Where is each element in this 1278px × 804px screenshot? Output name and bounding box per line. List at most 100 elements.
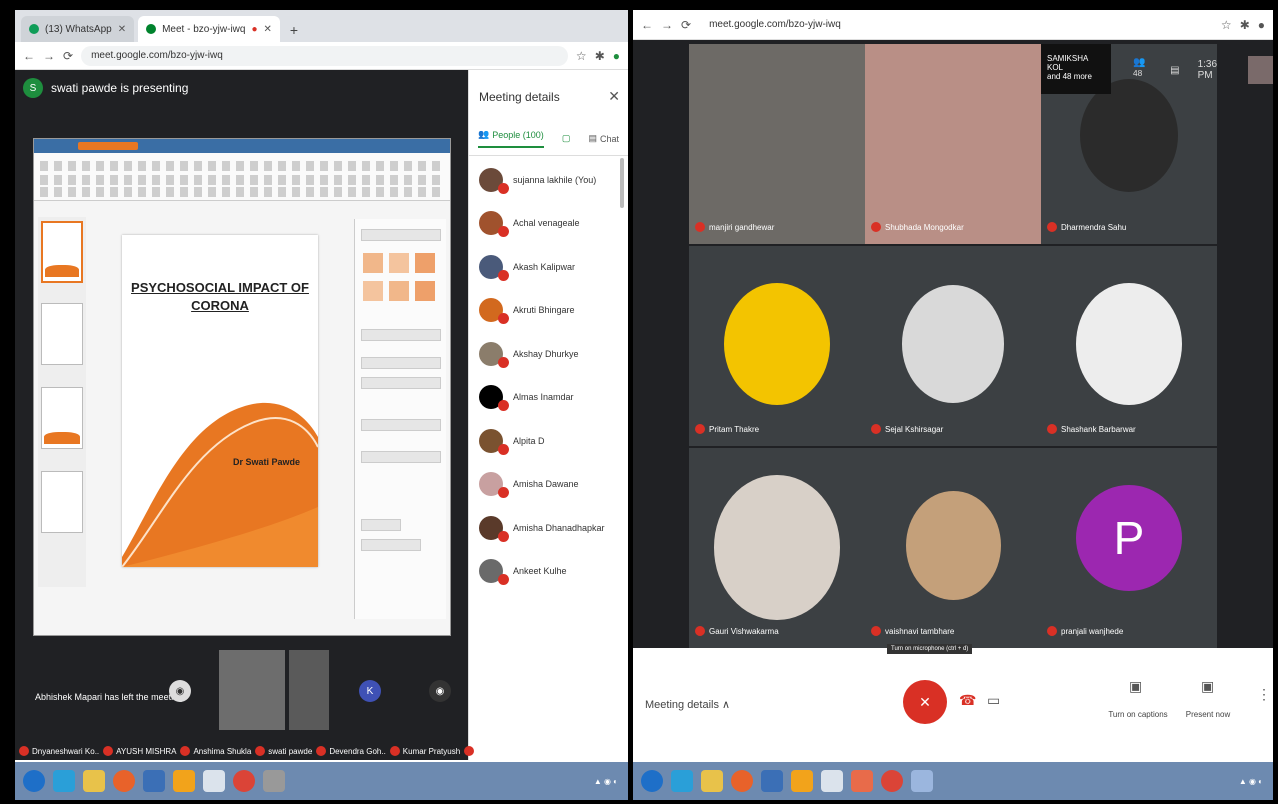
avatar (479, 254, 509, 281)
reload-icon[interactable]: ⟳ (681, 18, 691, 32)
forward-icon[interactable]: → (43, 49, 55, 63)
star-icon[interactable]: ☆ (576, 49, 587, 63)
start-icon[interactable] (641, 770, 663, 792)
extension-icon[interactable]: ✱ (595, 49, 605, 63)
top-info-line2: and 48 more (1047, 72, 1092, 81)
ppt-titlebar (34, 139, 450, 153)
people-count[interactable]: 👥48 (1133, 57, 1152, 83)
folder-icon[interactable] (701, 770, 723, 792)
tab-chat[interactable]: ▤ Chat (588, 133, 619, 144)
tab-label: People (100) (492, 129, 544, 140)
tray-icons: ▲ ◉ ◐ (593, 776, 618, 786)
notepad-icon[interactable] (821, 770, 843, 792)
tab-whatsapp[interactable]: (13) WhatsApp ✕ (21, 16, 135, 42)
list-item[interactable]: Alpita D (469, 419, 628, 463)
word-icon[interactable] (761, 770, 783, 792)
mic-off-icon (871, 626, 881, 636)
list-item[interactable]: Amisha Dawane (469, 463, 628, 507)
participant-tile[interactable]: vaishnavi tambhare (865, 448, 1041, 648)
notepad-icon[interactable] (203, 770, 225, 792)
participant-tile[interactable]: Shashank Barbarwar (1041, 246, 1217, 446)
media-icon[interactable] (791, 770, 813, 792)
meeting-details-button[interactable]: Meeting details ∧ (645, 698, 730, 711)
participant-tile[interactable]: Ppranjali wanjhede (1041, 448, 1217, 648)
participant-name: Akruti Bhingare (513, 305, 575, 316)
tab-info[interactable]: ▢ (562, 133, 571, 144)
avatar (479, 167, 509, 194)
avatar-initial: P (1075, 484, 1183, 592)
camera-icon[interactable]: ▭ (987, 692, 1000, 709)
list-item[interactable]: Akshay Dhurkye (469, 332, 628, 376)
avatar (723, 282, 831, 406)
captions-icon[interactable]: ▣ (1129, 678, 1142, 695)
participant-label: Sejal Kshirsagar (871, 424, 943, 434)
list-item[interactable]: Akruti Bhingare (469, 289, 628, 333)
avatar (479, 515, 509, 542)
participant-tile[interactable]: Pritam Thakre (689, 246, 865, 446)
end-call-icon[interactable]: ☎ (959, 692, 976, 709)
firefox-icon[interactable] (113, 770, 135, 792)
present-icon[interactable]: ▣ (1201, 678, 1214, 695)
ie-icon[interactable] (671, 770, 693, 792)
close-icon[interactable]: ✕ (608, 88, 620, 105)
participant-names: Dnyaneshwari Ko.. AYUSH MISHRA Anshima Shu… (15, 746, 538, 756)
list-item[interactable]: Amisha Dhanadhapkar (469, 506, 628, 550)
list-item[interactable]: Achal venageale (469, 202, 628, 246)
participant-name: Shubhada Mongodkar (885, 222, 964, 232)
participant-name: vaishnavi tambhare (885, 626, 955, 636)
ie-icon[interactable] (53, 770, 75, 792)
app-icon[interactable] (263, 770, 285, 792)
avatar (1075, 282, 1183, 406)
list-item[interactable]: sujanna lakhile (You) (469, 158, 628, 202)
folder-icon[interactable] (83, 770, 105, 792)
url-input[interactable]: meet.google.com/bzo-yjw-iwq (81, 45, 568, 66)
close-tab-icon[interactable]: ✕ (118, 24, 126, 35)
pinned-icon[interactable] (911, 770, 933, 792)
firefox-icon[interactable] (731, 770, 753, 792)
participant-tile[interactable]: Gauri Vishwakarma (689, 448, 865, 648)
participant-avatar: ◉ (429, 680, 451, 702)
start-icon[interactable] (23, 770, 45, 792)
extension-icon[interactable]: ✱ (1240, 18, 1250, 32)
address-bar: ← → ⟳ meet.google.com/bzo-yjw-iwq ☆ ✱ ● (633, 10, 1273, 40)
back-icon[interactable]: ← (23, 49, 35, 63)
chrome-icon[interactable] (233, 770, 255, 792)
participant-name: Almas Inamdar (513, 392, 574, 403)
participant-tile[interactable]: manjiri gandhewar (689, 44, 865, 244)
app-icon[interactable] (851, 770, 873, 792)
tab-people[interactable]: 👥 People (100) (478, 129, 544, 148)
new-tab-icon[interactable]: + (284, 22, 304, 42)
profile-icon[interactable]: ● (613, 49, 620, 63)
list-item[interactable]: Akash Kalipwar (469, 245, 628, 289)
participant-label: Shubhada Mongodkar (871, 222, 964, 232)
list-item[interactable]: Ankeet Kulhe (469, 550, 628, 594)
participant-label: Gauri Vishwakarma (695, 626, 779, 636)
word-icon[interactable] (143, 770, 165, 792)
present-label: Present now (1185, 710, 1231, 719)
details-tabs: 👥 People (100) ▢ ▤ Chat (469, 122, 628, 156)
media-icon[interactable] (173, 770, 195, 792)
close-tab-icon[interactable]: ✕ (264, 24, 272, 35)
tab-label: Chat (599, 133, 619, 144)
mic-off-button[interactable]: ✕ (903, 680, 947, 724)
forward-icon[interactable]: → (661, 18, 673, 32)
slide-title: PSYCHOSOCIAL IMPACT OF CORONA (131, 280, 309, 313)
list-item[interactable]: Almas Inamdar (469, 376, 628, 420)
mic-off-icon (103, 746, 114, 756)
participant-name: Akshay Dhurkye (513, 348, 579, 359)
chat-icon[interactable]: ▤ (1170, 65, 1179, 76)
details-title: Meeting details (479, 90, 560, 104)
url-input[interactable]: meet.google.com/bzo-yjw-iwq (699, 14, 1213, 35)
chrome-icon[interactable] (881, 770, 903, 792)
presentation-area: S swati pawde is presenting PSYCHOSOCIAL… (15, 70, 468, 650)
slide-thumbnails (38, 217, 86, 587)
profile-icon[interactable]: ● (1258, 18, 1265, 32)
avatar (479, 559, 509, 586)
participant-tile[interactable]: Sejal Kshirsagar (865, 246, 1041, 446)
participant-tile[interactable]: Shubhada Mongodkar (865, 44, 1041, 244)
back-icon[interactable]: ← (641, 18, 653, 32)
more-options-icon[interactable]: ⋮ (1257, 686, 1271, 703)
tab-meet[interactable]: Meet - bzo-yjw-iwq ● ✕ (138, 16, 280, 42)
reload-icon[interactable]: ⟳ (63, 49, 73, 63)
star-icon[interactable]: ☆ (1221, 18, 1232, 32)
